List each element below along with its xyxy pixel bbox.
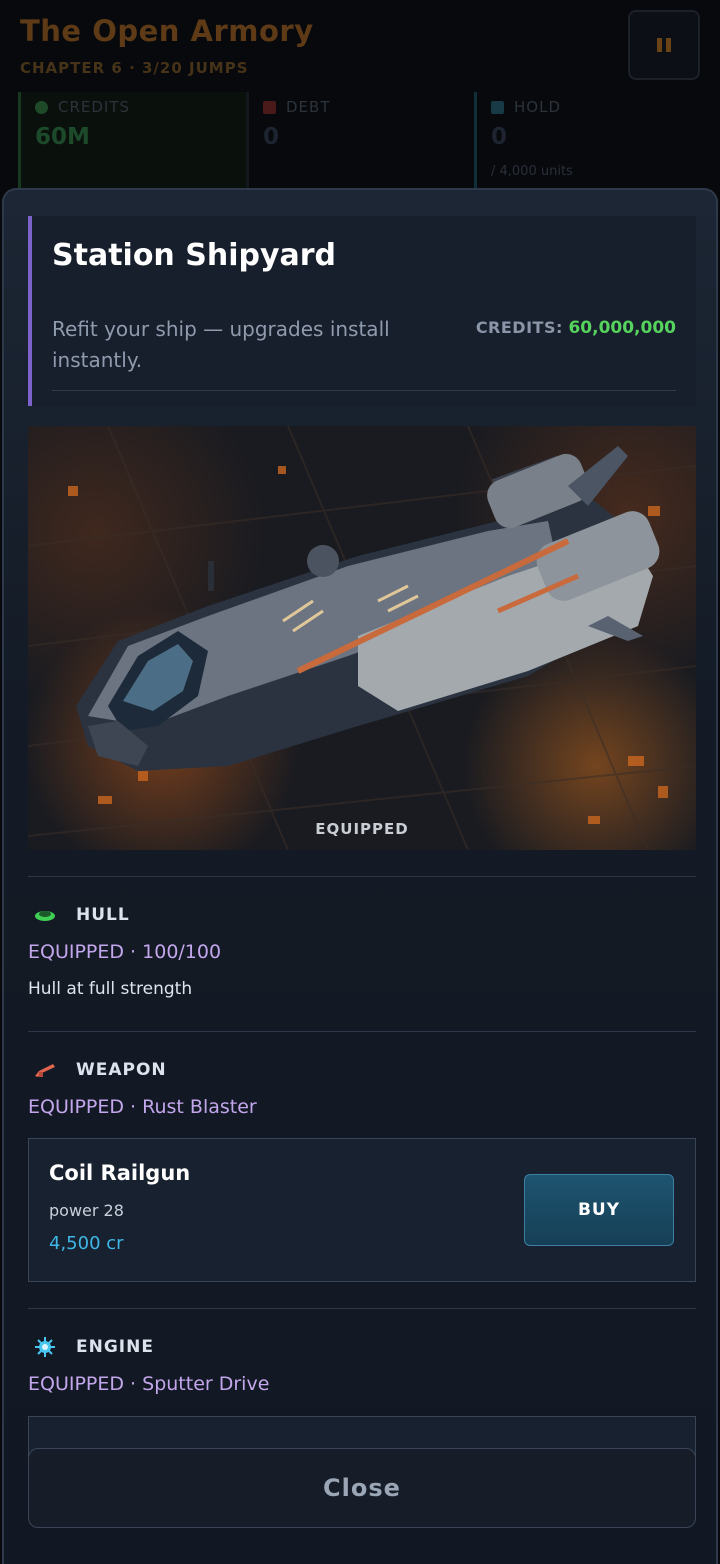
game-hud: The Open Armory CHAPTER 6 · 3/20 JUMPS C…	[0, 0, 720, 202]
hull-icon	[28, 904, 62, 926]
hull-status: EQUIPPED · 100/100	[28, 941, 222, 963]
shipyard-description: Refit your ship — upgrades install insta…	[52, 317, 390, 372]
debt-value: 0	[263, 124, 280, 150]
shipyard-header: Station Shipyard Refit your ship — upgra…	[28, 216, 696, 406]
weapon-title: WEAPON	[76, 1060, 167, 1080]
weapon-status: EQUIPPED · Rust Blaster	[28, 1096, 257, 1118]
pause-button[interactable]	[628, 10, 700, 80]
divider	[28, 1308, 696, 1309]
divider	[52, 390, 676, 391]
pause-icon	[657, 38, 662, 52]
hull-note: Hull at full strength	[28, 979, 193, 999]
engine-icon	[28, 1336, 62, 1358]
engine-section: ENGINE EQUIPPED · Sputter Drive	[28, 1308, 696, 1395]
credits-icon	[35, 100, 48, 114]
close-button[interactable]: Close	[28, 1448, 696, 1528]
engine-status: EQUIPPED · Sputter Drive	[28, 1373, 270, 1395]
ship-preview: EQUIPPED	[28, 426, 696, 850]
credits-readout: CREDITS: 60,000,000	[476, 318, 676, 338]
debt-stat: DEBT 0	[246, 92, 474, 202]
upgrade-offer-card: Coil Railgun power 28 4,500 cr BUY	[28, 1138, 696, 1282]
credits-value: 60M	[35, 124, 90, 150]
offer-price: 4,500 cr	[49, 1233, 124, 1254]
credits-label: CREDITS:	[475, 318, 563, 337]
equipped-caption: EQUIPPED	[315, 820, 409, 838]
divider	[28, 1031, 696, 1032]
hold-stat: HOLD 0 / 4,000 units	[474, 92, 702, 202]
ship-sprite	[76, 446, 660, 771]
ship-illustration	[28, 426, 696, 850]
game-title: The Open Armory	[20, 14, 314, 48]
offer-name: Coil Railgun	[49, 1161, 191, 1185]
hold-capacity: / 4,000 units	[491, 164, 573, 179]
shipyard-modal: Station Shipyard Refit your ship — upgra…	[2, 188, 718, 1564]
divider	[28, 876, 696, 877]
stats-bar: CREDITS 60M DEBT 0 HOLD 0 / 4,000 units	[18, 92, 702, 202]
weapon-section: WEAPON EQUIPPED · Rust Blaster	[28, 1031, 696, 1118]
hold-icon	[491, 100, 504, 114]
offer-stat: power 28	[49, 1201, 124, 1220]
hold-value: 0	[491, 124, 508, 150]
buy-button[interactable]: BUY	[524, 1174, 674, 1246]
hull-title: HULL	[76, 905, 130, 925]
engine-title: ENGINE	[76, 1337, 154, 1357]
hull-section: HULL EQUIPPED · 100/100 Hull at full str…	[28, 876, 696, 999]
weapon-icon	[28, 1059, 62, 1081]
chapter-progress: CHAPTER 6 · 3/20 JUMPS	[20, 59, 249, 77]
credits-stat: CREDITS 60M	[18, 92, 246, 202]
shipyard-title: Station Shipyard	[52, 238, 337, 273]
debt-icon	[263, 100, 276, 114]
credits-amount: 60,000,000	[568, 318, 676, 338]
